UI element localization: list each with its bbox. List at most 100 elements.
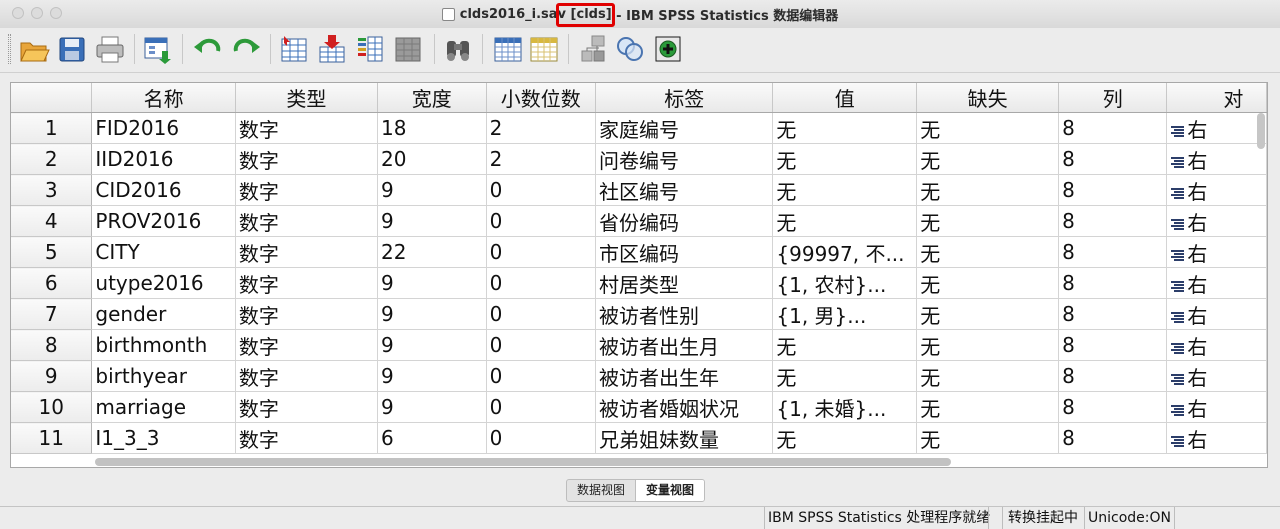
cell-label[interactable]: 被访者婚姻状况	[595, 391, 774, 423]
cell-columns[interactable]: 8	[1058, 112, 1168, 144]
cell-label[interactable]: 村居类型	[595, 267, 774, 299]
cell-type[interactable]: 数字	[235, 143, 378, 175]
cell-type[interactable]: 数字	[235, 298, 378, 330]
cell-align[interactable]: 右	[1166, 267, 1267, 299]
row-number[interactable]: 11	[11, 422, 93, 454]
cell-name[interactable]: gender	[91, 298, 236, 330]
cell-type[interactable]: 数字	[235, 236, 378, 268]
cell-name[interactable]: PROV2016	[91, 205, 236, 237]
cell-decimals[interactable]: 0	[486, 267, 597, 299]
cell-align[interactable]: 右	[1166, 422, 1267, 454]
variable-view-grid[interactable]: 名称 类型 宽度 小数位数 标签 值 缺失 列 对 1 FID2016 数字 18 2 家…	[10, 82, 1268, 468]
tab-variable-view[interactable]: 变量视图	[635, 480, 705, 501]
cell-columns[interactable]: 8	[1058, 205, 1168, 237]
cell-name[interactable]: utype2016	[91, 267, 236, 299]
split-file-icon[interactable]	[578, 33, 610, 65]
cell-decimals[interactable]: 2	[486, 112, 597, 144]
cell-values[interactable]: {1, 未婚}...	[772, 391, 918, 423]
cell-decimals[interactable]: 0	[486, 329, 597, 361]
cell-columns[interactable]: 8	[1058, 422, 1168, 454]
cell-values[interactable]: 无	[772, 329, 918, 361]
cell-name[interactable]: marriage	[91, 391, 236, 423]
select-cases-icon[interactable]	[652, 33, 684, 65]
column-header-values[interactable]: 值	[772, 83, 918, 113]
cell-align[interactable]: 右	[1166, 143, 1267, 175]
cell-label[interactable]: 被访者性别	[595, 298, 774, 330]
cell-decimals[interactable]: 0	[486, 391, 597, 423]
row-number[interactable]: 3	[11, 174, 93, 206]
cell-columns[interactable]: 8	[1058, 360, 1168, 392]
vertical-scrollbar[interactable]	[1257, 113, 1265, 149]
cell-label[interactable]: 被访者出生月	[595, 329, 774, 361]
cell-type[interactable]: 数字	[235, 205, 378, 237]
cell-missing[interactable]: 无	[916, 360, 1060, 392]
cell-values[interactable]: 无	[772, 174, 918, 206]
weight-cases-icon[interactable]	[614, 33, 646, 65]
cell-label[interactable]: 被访者出生年	[595, 360, 774, 392]
insert-variable-icon[interactable]	[528, 33, 560, 65]
goto-variable-icon[interactable]	[316, 33, 348, 65]
cell-name[interactable]: IID2016	[91, 143, 236, 175]
cell-columns[interactable]: 8	[1058, 267, 1168, 299]
row-number[interactable]: 10	[11, 391, 93, 423]
cell-type[interactable]: 数字	[235, 422, 378, 454]
cell-values[interactable]: {1, 男}...	[772, 298, 918, 330]
cell-align[interactable]: 右	[1166, 205, 1267, 237]
cell-label[interactable]: 市区编码	[595, 236, 774, 268]
column-header-label[interactable]: 标签	[595, 83, 774, 113]
cell-type[interactable]: 数字	[235, 267, 378, 299]
cell-missing[interactable]: 无	[916, 298, 1060, 330]
cell-width[interactable]: 9	[377, 267, 487, 299]
cell-label[interactable]: 省份编码	[595, 205, 774, 237]
column-header-name[interactable]: 名称	[91, 83, 236, 113]
toolbar-grip[interactable]	[8, 34, 11, 64]
cell-align[interactable]: 右	[1166, 360, 1267, 392]
cell-values[interactable]: 无	[772, 205, 918, 237]
cell-width[interactable]: 9	[377, 205, 487, 237]
cell-columns[interactable]: 8	[1058, 391, 1168, 423]
cell-missing[interactable]: 无	[916, 391, 1060, 423]
cell-type[interactable]: 数字	[235, 174, 378, 206]
find-icon[interactable]	[442, 33, 474, 65]
tab-data-view[interactable]: 数据视图	[567, 480, 635, 501]
cell-values[interactable]: 无	[772, 422, 918, 454]
cell-decimals[interactable]: 0	[486, 236, 597, 268]
cell-type[interactable]: 数字	[235, 112, 378, 144]
cell-values[interactable]: {99997, 不...	[772, 236, 918, 268]
dialog-recall-icon[interactable]	[142, 33, 174, 65]
cell-type[interactable]: 数字	[235, 360, 378, 392]
cell-values[interactable]: 无	[772, 143, 918, 175]
print-icon[interactable]	[94, 33, 126, 65]
column-header-width[interactable]: 宽度	[377, 83, 487, 113]
undo-icon[interactable]	[192, 33, 224, 65]
horizontal-scrollbar[interactable]	[95, 458, 951, 466]
cell-decimals[interactable]: 0	[486, 174, 597, 206]
cell-values[interactable]: {1, 农村}...	[772, 267, 918, 299]
cell-decimals[interactable]: 0	[486, 360, 597, 392]
row-number[interactable]: 7	[11, 298, 93, 330]
cell-columns[interactable]: 8	[1058, 143, 1168, 175]
cell-columns[interactable]: 8	[1058, 329, 1168, 361]
cell-align[interactable]: 右	[1166, 174, 1267, 206]
cell-decimals[interactable]: 0	[486, 205, 597, 237]
corner-cell[interactable]	[11, 83, 93, 113]
row-number[interactable]: 9	[11, 360, 93, 392]
cell-name[interactable]: CITY	[91, 236, 236, 268]
cell-align[interactable]: 右	[1166, 391, 1267, 423]
cell-name[interactable]: CID2016	[91, 174, 236, 206]
column-header-missing[interactable]: 缺失	[916, 83, 1060, 113]
cell-columns[interactable]: 8	[1058, 298, 1168, 330]
row-number[interactable]: 8	[11, 329, 93, 361]
cell-name[interactable]: I1_3_3	[91, 422, 236, 454]
cell-width[interactable]: 9	[377, 174, 487, 206]
cell-name[interactable]: FID2016	[91, 112, 236, 144]
cell-width[interactable]: 6	[377, 422, 487, 454]
cell-width[interactable]: 18	[377, 112, 487, 144]
cell-width[interactable]: 9	[377, 298, 487, 330]
goto-case-icon[interactable]	[278, 33, 310, 65]
column-header-type[interactable]: 类型	[235, 83, 378, 113]
cell-missing[interactable]: 无	[916, 174, 1060, 206]
cell-missing[interactable]: 无	[916, 143, 1060, 175]
cell-decimals[interactable]: 2	[486, 143, 597, 175]
cell-columns[interactable]: 8	[1058, 174, 1168, 206]
